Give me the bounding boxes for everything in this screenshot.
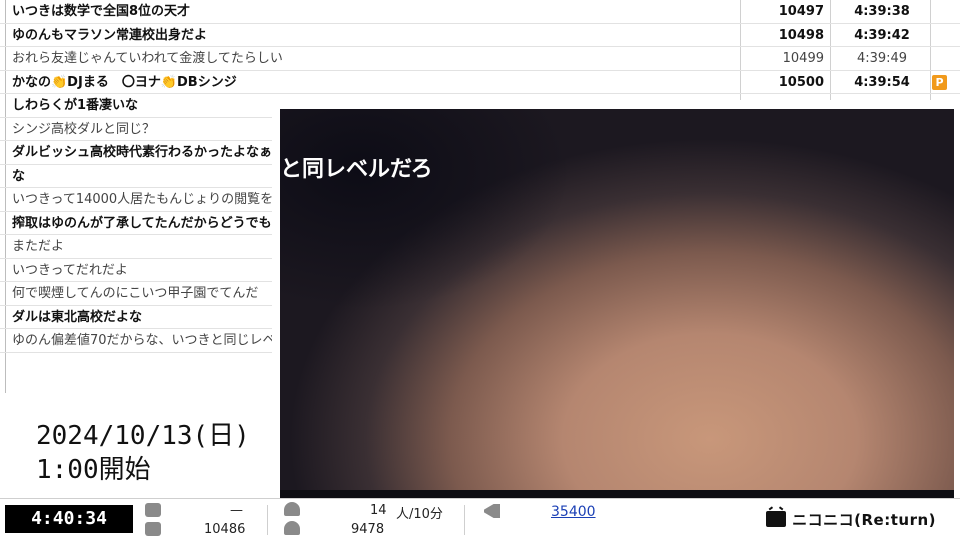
comment-number: 10499 (782, 51, 824, 66)
comment-count: 10486 (204, 522, 246, 537)
comment-text: おれら友達じゃんていわれて金渡してたらしい (12, 51, 283, 66)
comment-row[interactable]: かなの👏DJまる 〇ヨナ👏DBシンジ 10500 4:39:54 P (0, 71, 960, 94)
video-frame[interactable]: と同レベルだろ (280, 109, 954, 490)
status-separator (267, 505, 268, 535)
comment-top-value: — (230, 503, 243, 518)
video-bottom-bar (280, 490, 954, 498)
broadcast-date: 2024/10/13(日) (36, 421, 250, 451)
comment-row[interactable]: いつきは数学で全国8位の天才 10497 4:39:38 (0, 0, 960, 24)
video-player[interactable]: と同レベルだろ (272, 101, 960, 498)
comment-icon (145, 503, 161, 517)
comment-time: 4:39:54 (854, 74, 910, 90)
status-bar: 4:40:34 — 10486 14 人/10分 9478 35400 ニコニコ… (0, 498, 960, 540)
comment-row[interactable]: ゆのんもマラソン常連校出身だよ 10498 4:39:42 (0, 24, 960, 47)
comment-number: 10498 (778, 27, 824, 43)
viewers-count: 14 (370, 503, 387, 518)
comment-text: いつきは数学で全国8位の天才 (12, 4, 191, 19)
viewers-unit: 人/10分 (396, 507, 443, 522)
comment-count-icon (145, 522, 161, 536)
visitors-count: 9478 (351, 522, 385, 537)
premium-badge-cell: P (932, 71, 960, 94)
comment-number: 10500 (778, 74, 824, 90)
visitors-icon (284, 521, 300, 535)
date-panel: 2024/10/13(日) 1:00開始 (0, 393, 272, 497)
comment-time: 4:39:49 (856, 51, 908, 66)
comment-text: ゆのんもマラソン常連校出身だよ (12, 27, 208, 43)
comment-text: かなの👏DJまる 〇ヨナ👏DBシンジ (12, 74, 237, 90)
broadcast-start-time: 1:00開始 (36, 455, 151, 485)
premium-badge-icon: P (932, 74, 947, 90)
brand-logo: ニコニコ(Re:turn) (766, 508, 936, 530)
brand-text: ニコニコ(Re:turn) (792, 510, 936, 529)
viewers-icon (284, 502, 300, 516)
ad-points-link[interactable]: 35400 (551, 504, 596, 520)
comment-time: 4:39:42 (854, 27, 910, 43)
video-caption: と同レベルだろ (280, 157, 433, 182)
comment-time: 4:39:38 (854, 4, 910, 19)
comment-row[interactable]: おれら友達じゃんていわれて金渡してたらしい 10499 4:39:49 (0, 47, 960, 71)
comment-number: 10497 (778, 4, 824, 19)
tv-icon (766, 511, 787, 527)
elapsed-clock: 4:40:34 (5, 505, 133, 533)
megaphone-icon (484, 504, 500, 518)
status-separator (464, 505, 465, 535)
